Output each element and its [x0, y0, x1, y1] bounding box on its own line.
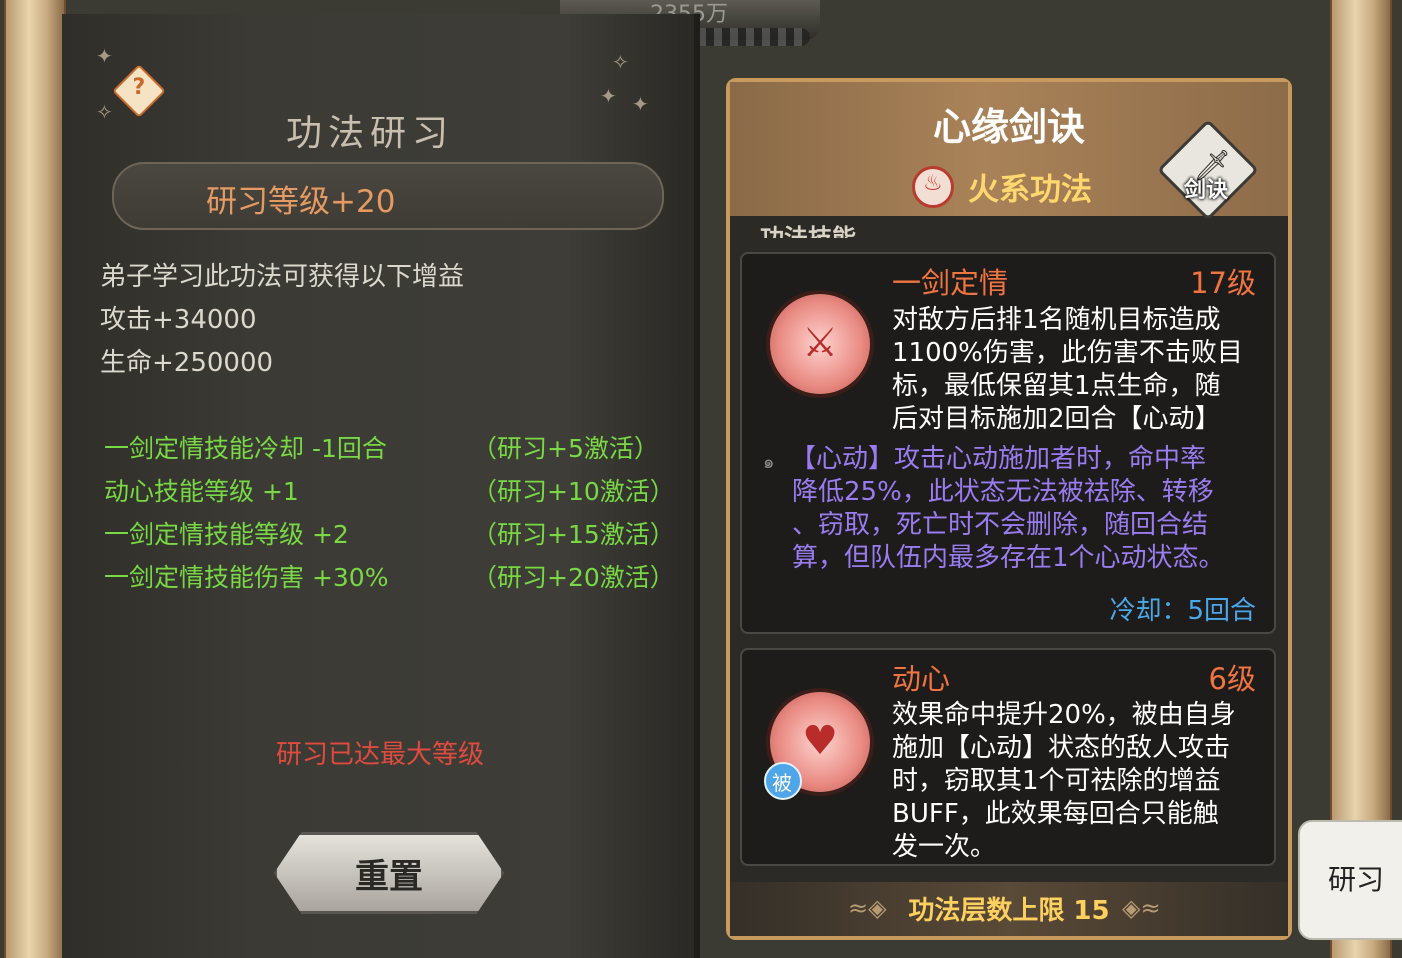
scroll-rod-left — [4, 0, 66, 958]
sparkle-icon: ✧ — [612, 50, 629, 74]
study-level-banner: 研习等级+20 — [112, 162, 664, 230]
sparkle-icon: ✦ — [600, 84, 617, 108]
passive-badge-label: 被 — [772, 771, 792, 795]
section-label: 功法技能 — [760, 224, 856, 238]
skill-level: 6级 — [1208, 662, 1256, 696]
skill-level: 17级 — [1190, 266, 1256, 300]
type-label: 剑诀 — [1184, 178, 1229, 203]
study-tab-label: 研习 — [1328, 863, 1385, 896]
skill-name: 动心 — [892, 662, 951, 696]
bonus-effect: 一剑定情技能伤害 +30% — [104, 563, 389, 592]
reset-button-label: 重置 — [355, 857, 423, 897]
bonus-effect: 一剑定情技能冷却 -1回合 — [104, 434, 387, 463]
status-desc-line: 降低25%，此状态无法被祛除、转移 — [792, 477, 1214, 507]
bonus-effect: 一剑定情技能等级 +2 — [104, 520, 349, 549]
bonus-effect: 动心技能等级 +1 — [104, 477, 299, 506]
stat-hp: 生命+250000 — [100, 348, 274, 378]
skill-desc-line: 效果命中提升20%，被由自身 — [892, 700, 1236, 730]
scroll-rod-right — [1330, 0, 1392, 958]
skill-desc-line: 1100%伤害，此伤害不击败目 — [892, 338, 1243, 368]
skill-name: 一剑定情 — [892, 266, 1009, 300]
skill-desc-line: 施加【心动】状态的敌人攻击 — [892, 733, 1231, 763]
gain-description: 弟子学习此功法可获得以下增益 — [100, 262, 465, 292]
passive-badge: 被 — [764, 762, 802, 800]
stat-attack: 攻击+34000 — [100, 305, 257, 335]
status-desc-line: 【心动】攻击心动施加者时，命中率 — [790, 444, 1207, 474]
sword-skill-icon: ⚔ — [766, 290, 874, 398]
element-label: 火系功法 — [968, 172, 1092, 208]
layer-limit-label: 功法层数上限 15 — [908, 896, 1110, 926]
skill-desc-line: 发一次。 — [892, 832, 997, 862]
layer-limit-footer: ≈◈ 功法层数上限 15 ◈≈ — [730, 882, 1288, 936]
swirl-icon: ๑ — [763, 452, 775, 473]
sparkle-icon: ✦ — [96, 44, 113, 68]
bonus-requirement: （研习+15激活） — [472, 520, 675, 549]
study-tab-button[interactable]: 研习 — [1298, 820, 1402, 940]
fire-element-icon: ♨ — [912, 166, 954, 208]
max-level-notice: 研习已达最大等级 — [276, 740, 485, 770]
sparkle-icon: ✧ — [96, 100, 113, 124]
technique-header: 心缘剑诀 ♨ 火系功法 🗡 剑诀 — [730, 82, 1288, 221]
status-desc-line: 、窃取，死亡时不会删除，随回合结 — [792, 510, 1209, 540]
status-desc-line: 算，但队伍内最多存在1个心动状态。 — [792, 543, 1225, 573]
skill-desc-line: 时，窃取其1个可祛除的增益 — [892, 766, 1221, 796]
bonus-requirement: （研习+20激活） — [472, 563, 675, 592]
reset-button[interactable]: 重置 — [274, 832, 504, 914]
ornament-icon: ◈≈ — [1122, 894, 1161, 922]
page-title: 功法研习 — [286, 113, 455, 154]
study-level-label: 研习等级+20 — [206, 184, 396, 220]
skill-cooldown: 冷却：5回合 — [1109, 596, 1256, 626]
bonus-requirement: （研习+10激活） — [472, 477, 675, 506]
skill-desc-line: 对敌方后排1名随机目标造成 — [892, 305, 1221, 335]
skill-desc-line: BUFF，此效果每回合只能触 — [892, 799, 1219, 829]
skill-desc-line: 后对目标施加2回合【心动】 — [892, 404, 1221, 434]
skill-desc-line: 标，最低保留其1点生命，随 — [892, 371, 1221, 401]
sparkle-icon: ✦ — [632, 92, 649, 116]
bonus-requirement: （研习+5激活） — [472, 434, 659, 463]
